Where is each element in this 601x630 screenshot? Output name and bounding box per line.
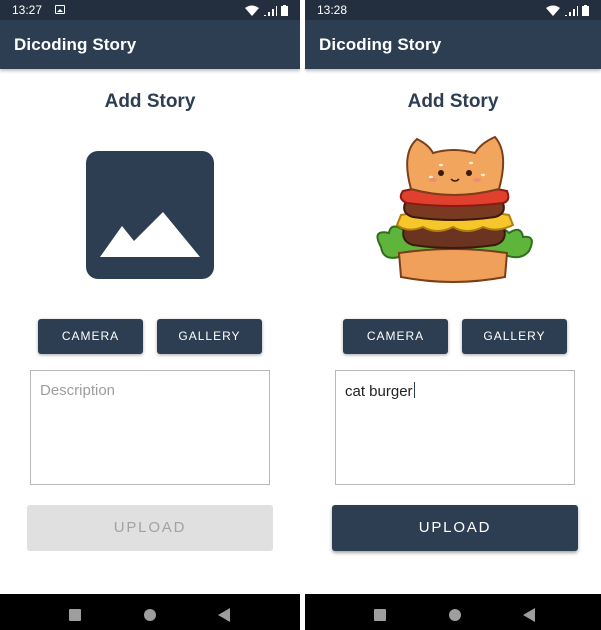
status-time: 13:27: [12, 3, 43, 17]
back-triangle-icon[interactable]: [218, 608, 230, 622]
navigation-bar: [305, 594, 601, 630]
add-story-form: Add Story CAMERA GALLERY Description UPL…: [0, 69, 300, 594]
text-caret: [413, 382, 415, 398]
navigation-bar: [0, 594, 300, 630]
wifi-icon: [245, 5, 259, 16]
add-story-form: Add Story CAMERA GALLERY cat burger UPLO…: [305, 69, 601, 594]
home-circle-icon[interactable]: [449, 609, 461, 621]
phone-screen-left: 13:27 Dicoding Story Add Story CAMERA GA…: [0, 0, 300, 630]
upload-button[interactable]: UPLOAD: [27, 505, 273, 551]
app-title: Dicoding Story: [319, 35, 442, 54]
recents-square-icon[interactable]: [374, 609, 386, 621]
status-bar: 13:28: [305, 0, 601, 20]
battery-icon: [281, 4, 288, 16]
signal-icon: [264, 5, 277, 16]
back-triangle-icon[interactable]: [523, 608, 535, 622]
phone-screen-right: 13:28 Dicoding Story Add Story CAMERA GA…: [305, 0, 601, 630]
camera-button[interactable]: CAMERA: [343, 319, 448, 354]
camera-button[interactable]: CAMERA: [38, 319, 143, 354]
landscape-placeholder-icon: [100, 212, 200, 257]
description-input[interactable]: cat burger: [335, 370, 575, 485]
description-placeholder: Description: [40, 382, 116, 399]
page-title: Add Story: [104, 91, 196, 112]
app-title: Dicoding Story: [14, 35, 137, 54]
app-bar: Dicoding Story: [305, 20, 601, 69]
description-input[interactable]: Description: [30, 370, 270, 485]
image-notification-icon: [55, 5, 65, 14]
status-time: 13:28: [317, 3, 348, 17]
recents-square-icon[interactable]: [69, 609, 81, 621]
home-circle-icon[interactable]: [144, 609, 156, 621]
story-preview-image: [376, 135, 533, 283]
battery-icon: [582, 4, 589, 16]
status-bar: 13:27: [0, 0, 300, 20]
gallery-button[interactable]: GALLERY: [462, 319, 567, 354]
gallery-button[interactable]: GALLERY: [157, 319, 262, 354]
image-placeholder: [86, 151, 214, 279]
signal-icon: [565, 5, 578, 16]
upload-button[interactable]: UPLOAD: [332, 505, 578, 551]
page-title: Add Story: [407, 91, 499, 112]
description-text: cat burger: [345, 382, 415, 400]
wifi-icon: [546, 5, 560, 16]
app-bar: Dicoding Story: [0, 20, 300, 69]
